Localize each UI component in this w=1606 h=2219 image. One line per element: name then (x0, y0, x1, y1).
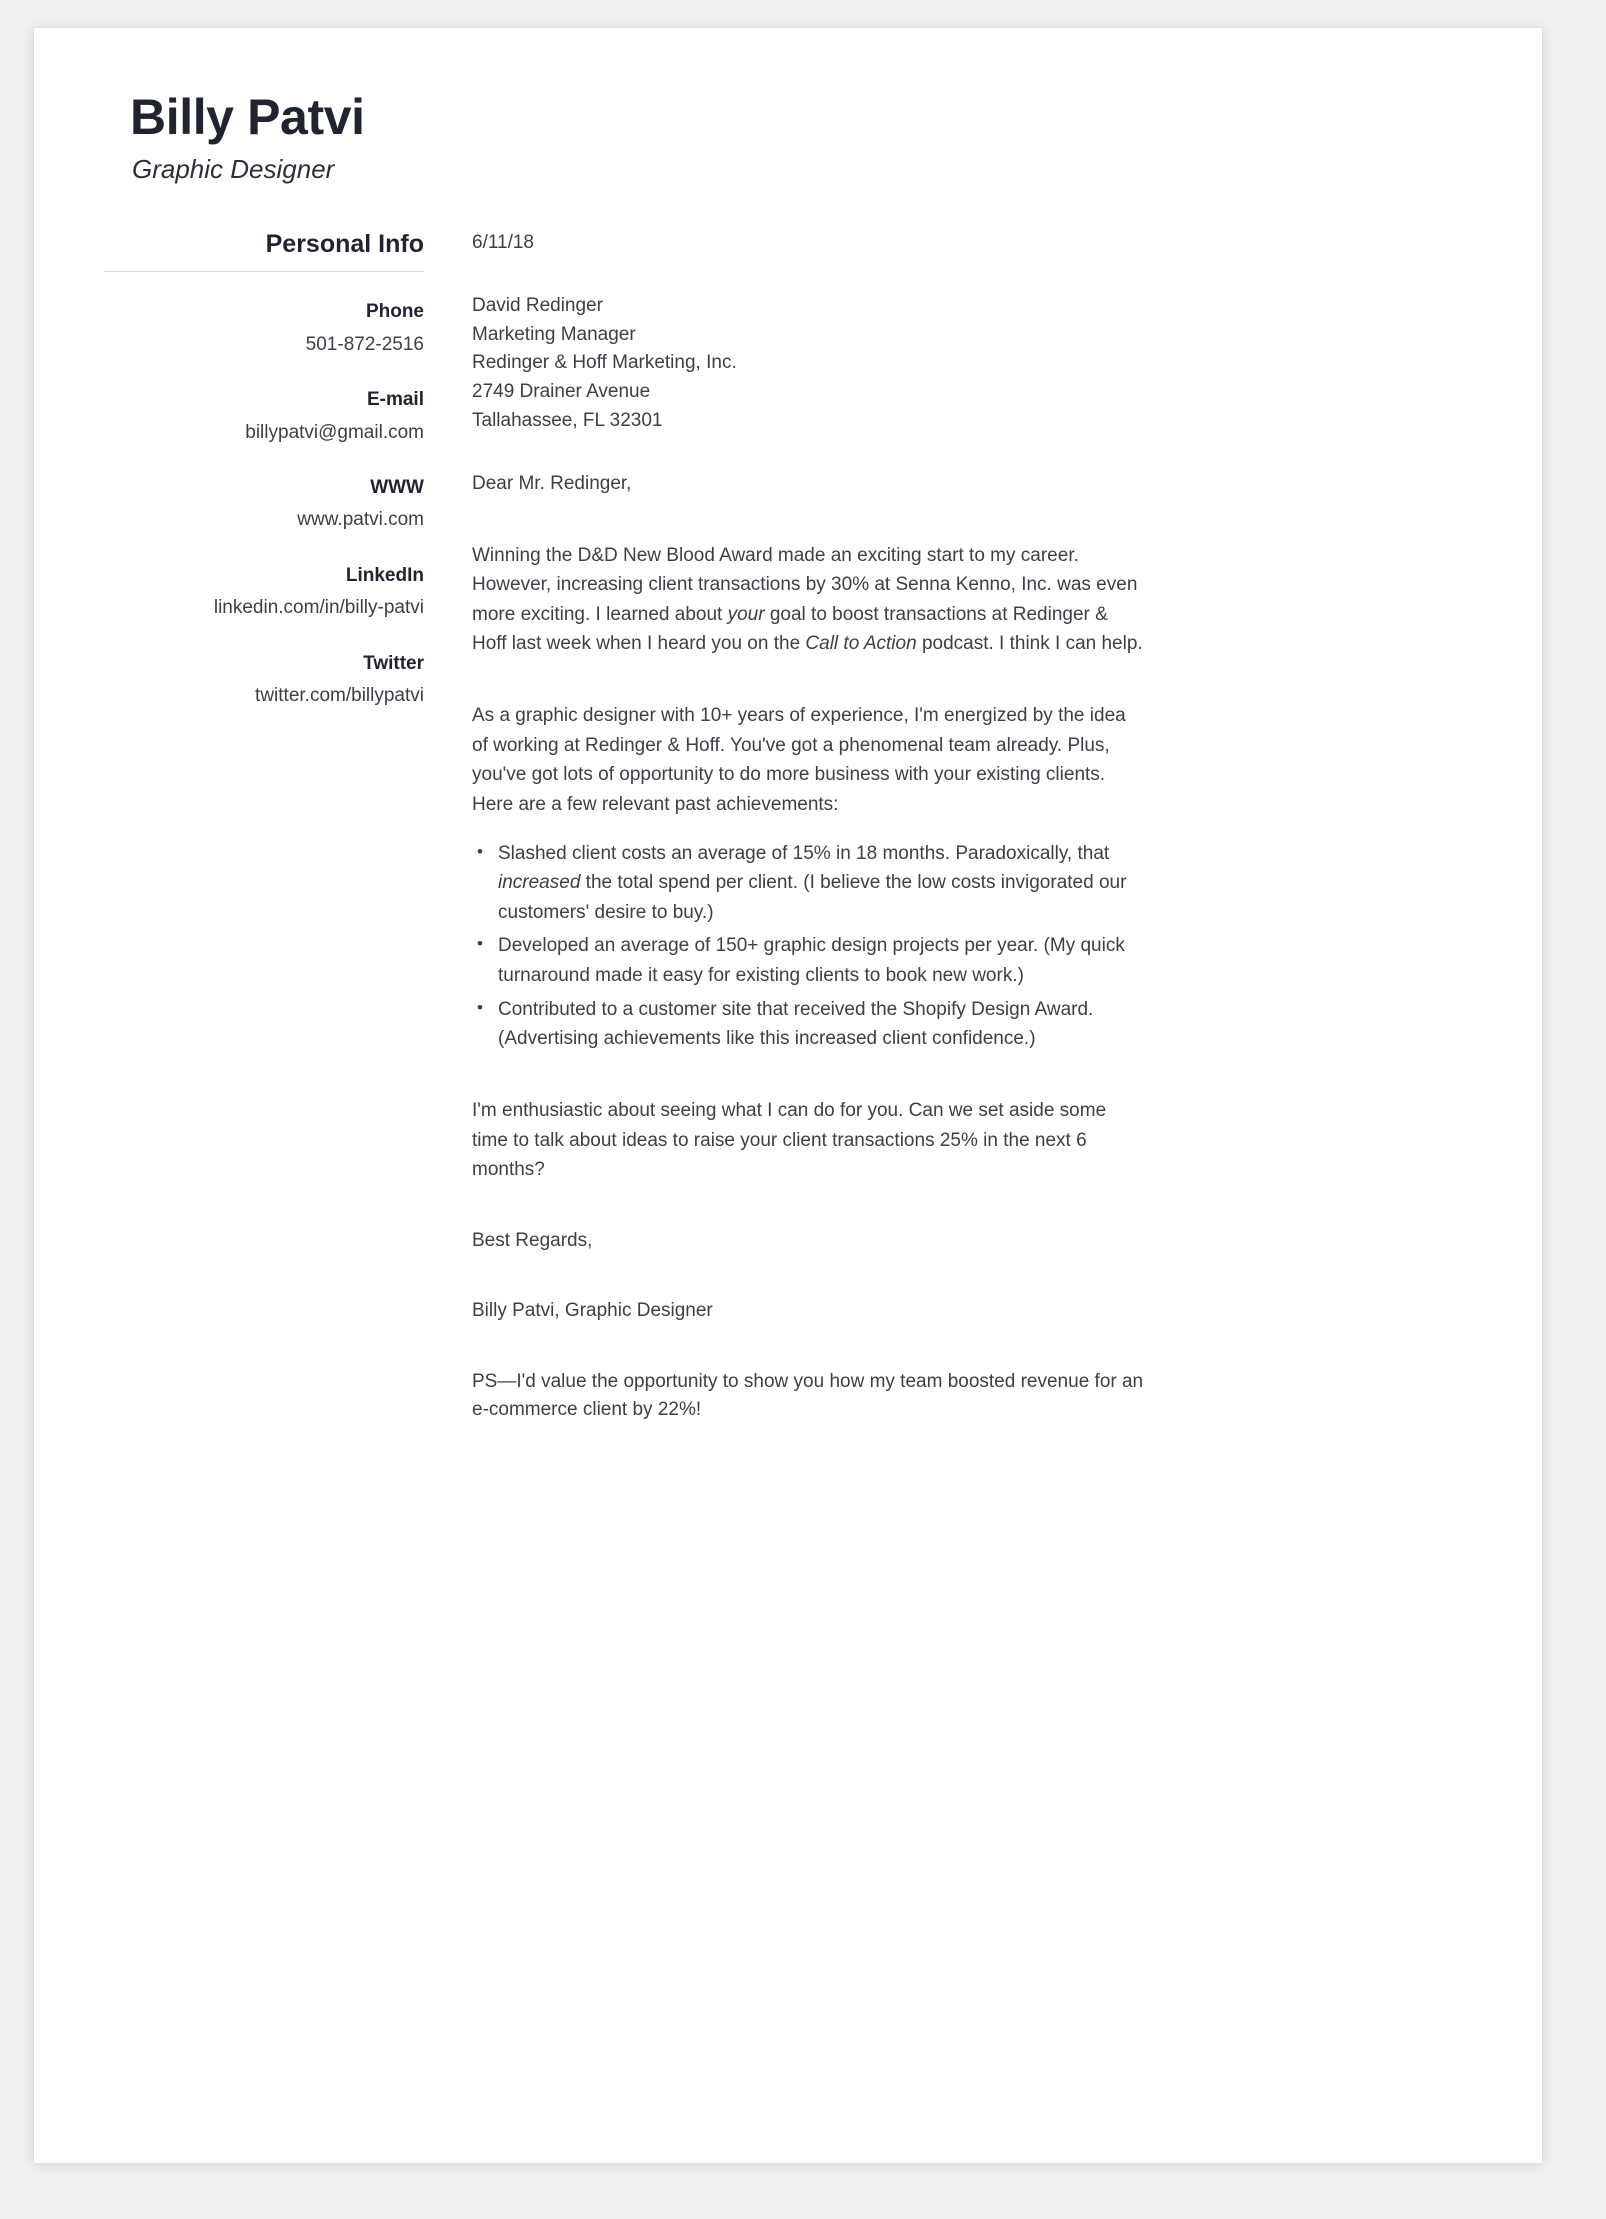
personal-info-heading: Personal Info (265, 230, 424, 259)
contact-value-phone: 501-872-2516 (305, 333, 424, 355)
recipient-name: David Redinger (472, 294, 603, 316)
achievement-2-part-1: Developed an average of 150+ graphic des… (498, 935, 1125, 987)
contact-label-www: WWW (370, 476, 424, 498)
achievement-1-italic: increased (498, 872, 581, 894)
recipient-title: Marketing Manager (472, 323, 636, 345)
letter-date: 6/11/18 (472, 232, 534, 254)
contact-item-www: WWW www.patvi.com (104, 474, 424, 536)
letter-salutation: Dear Mr. Redinger, (472, 473, 632, 495)
contact-value-linkedin[interactable]: linkedin.com/in/billy-patvi (104, 593, 424, 623)
contact-label-linkedin: LinkedIn (345, 564, 424, 586)
achievement-3-part-1: Contributed to a customer site that rece… (498, 998, 1094, 1050)
recipient-company: Redinger & Hoff Marketing, Inc. (472, 352, 737, 374)
contact-label-email: E-mail (366, 389, 424, 411)
recipient-city-state-zip: Tallahassee, FL 32301 (472, 410, 663, 432)
applicant-job-title: Graphic Designer (132, 154, 335, 184)
document-columns: Personal Info Phone 501-872-2516 E-mail … (104, 229, 1472, 1425)
document-content: Billy Patvi Graphic Designer Personal In… (34, 28, 1542, 1425)
achievements-list: Slashed client costs an average of 15% i… (472, 839, 1144, 1054)
applicant-name: Billy Patvi (130, 89, 365, 145)
page-canvas: Billy Patvi Graphic Designer Personal In… (0, 0, 1606, 2219)
contact-value-twitter[interactable]: twitter.com/billypatvi (104, 681, 424, 711)
letter-body: 6/11/18 David Redinger Marketing Manager… (424, 229, 1144, 1425)
contact-item-email: E-mail billypatvi@gmail.com (104, 386, 424, 448)
recipient-street: 2749 Drainer Avenue (472, 381, 651, 403)
achievement-1-part-2: the total spend per client. (I believe t… (498, 872, 1127, 923)
contact-item-linkedin: LinkedIn linkedin.com/in/billy-patvi (104, 562, 424, 624)
recipient-address-block: David Redinger Marketing Manager Redinge… (472, 292, 1144, 436)
contact-label-twitter: Twitter (363, 652, 424, 674)
achievement-1-part-1: Slashed client costs an average of 15% i… (498, 842, 1110, 864)
letter-paragraph-2: As a graphic designer with 10+ years of … (472, 705, 1126, 815)
contact-label-phone: Phone (365, 301, 424, 323)
achievement-item: Contributed to a customer site that rece… (472, 995, 1144, 1054)
paragraph-1-italic-2: Call to Action (805, 633, 917, 655)
personal-info-sidebar: Personal Info Phone 501-872-2516 E-mail … (104, 229, 424, 737)
sidebar-divider (104, 271, 424, 273)
letter-paragraph-3: I'm enthusiastic about seeing what I can… (472, 1099, 1107, 1181)
cover-letter-document: Billy Patvi Graphic Designer Personal In… (34, 28, 1542, 2163)
paragraph-1-part-3: podcast. I think I can help. (916, 633, 1143, 655)
document-header: Billy Patvi Graphic Designer (104, 90, 1472, 185)
achievement-item: Slashed client costs an average of 15% i… (472, 839, 1144, 928)
paragraph-1-italic-1: your (727, 603, 765, 625)
letter-signature: Billy Patvi, Graphic Designer (472, 1300, 713, 1322)
contact-value-www[interactable]: www.patvi.com (104, 505, 424, 535)
letter-postscript: PS—I'd value the opportunity to show you… (472, 1370, 1144, 1421)
letter-paragraph-1: Winning the D&D New Blood Award made an … (472, 541, 1144, 660)
contact-item-phone: Phone 501-872-2516 (104, 298, 424, 360)
letter-closing: Best Regards, (472, 1229, 593, 1251)
achievement-item: Developed an average of 150+ graphic des… (472, 931, 1144, 990)
contact-item-twitter: Twitter twitter.com/billypatvi (104, 650, 424, 712)
contact-value-email[interactable]: billypatvi@gmail.com (104, 418, 424, 448)
